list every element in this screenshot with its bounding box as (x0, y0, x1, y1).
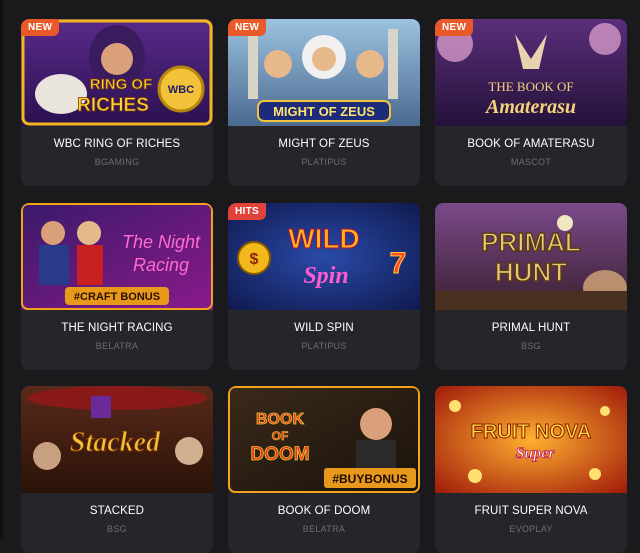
art-title: Stacked (70, 427, 161, 458)
game-provider: BGAMING (94, 157, 140, 167)
game-art-primal-hunt: PRIMAL HUNT (435, 203, 627, 310)
art-title-line2: Spin (303, 263, 348, 289)
new-badge: NEW (21, 19, 60, 36)
game-provider: BELATRA (95, 341, 139, 351)
game-title: MIGHT OF ZEUS (278, 138, 370, 150)
art-title-line1: FRUIT NOVA (471, 421, 592, 443)
game-provider: MASCOT (510, 157, 552, 167)
game-card-the-night-racing[interactable]: The Night Racing #CRAFT BONUS THE NIGHT … (21, 203, 213, 370)
game-card-wild-spin[interactable]: $ 7 WILD Spin HITS WILD SPIN PLATIPUS (228, 203, 420, 370)
game-art-book-of-doom: BOOK OF DOOM #BUYBONUS (228, 386, 420, 493)
art-title-line2: Super (515, 445, 555, 462)
game-art-night-racing: The Night Racing #CRAFT BONUS (21, 203, 213, 310)
art-title-line2: Amaterasu (484, 96, 576, 118)
game-provider: BSG (521, 341, 541, 351)
art-title-line1: PRIMAL (481, 227, 581, 257)
game-card-book-of-doom[interactable]: BOOK OF DOOM #BUYBONUS BOOK OF DOOM BELA… (228, 386, 420, 553)
art-dollar-symbol: $ (250, 251, 259, 268)
game-title: WBC RING OF RICHES (53, 138, 181, 150)
art-title-line1: The Night (122, 232, 201, 252)
art-seven-symbol: 7 (390, 247, 407, 280)
games-grid: WBC RING OF RICHES NEW WBC RING OF RICHE… (0, 0, 640, 553)
game-title: PRIMAL HUNT (491, 322, 571, 334)
game-art-stacked: Stacked (21, 386, 213, 493)
game-card-primal-hunt[interactable]: PRIMAL HUNT PRIMAL HUNT BSG (435, 203, 627, 370)
game-art-fruit-super-nova: FRUIT NOVA Super (435, 386, 627, 493)
game-title: BOOK OF DOOM (277, 505, 371, 517)
new-badge: NEW (435, 19, 474, 36)
game-title: THE NIGHT RACING (61, 322, 173, 334)
art-title-line2: Racing (133, 255, 189, 275)
art-tag: #BUYBONUS (332, 472, 407, 486)
art-title-line1: WILD (288, 223, 360, 254)
game-card-stacked[interactable]: Stacked STACKED BSG (21, 386, 213, 553)
art-tag: #CRAFT BONUS (74, 291, 160, 303)
game-thumbnail[interactable]: FRUIT NOVA Super (435, 386, 627, 493)
game-title: BOOK OF AMATERASU (467, 138, 595, 150)
game-provider: BELATRA (302, 524, 346, 534)
game-provider: EVOPLAY (509, 524, 553, 534)
game-title: WILD SPIN (294, 322, 354, 334)
game-thumbnail[interactable]: Stacked (21, 386, 213, 493)
game-card-wbc-ring-of-riches[interactable]: WBC RING OF RICHES NEW WBC RING OF RICHE… (21, 19, 213, 186)
game-thumbnail[interactable]: BOOK OF DOOM #BUYBONUS (228, 386, 420, 493)
art-title: MIGHT OF ZEUS (273, 104, 375, 119)
art-title-line2: OF (272, 429, 289, 443)
art-title-line1: BOOK (256, 411, 304, 428)
art-title-line3: DOOM (250, 444, 309, 465)
game-card-book-of-amaterasu[interactable]: THE BOOK OF Amaterasu NEW BOOK OF AMATER… (435, 19, 627, 186)
art-badge-text: WBC (168, 84, 194, 96)
art-title-line2: HUNT (495, 257, 567, 287)
new-badge: NEW (228, 19, 267, 36)
game-thumbnail[interactable]: The Night Racing #CRAFT BONUS (21, 203, 213, 310)
game-provider: BSG (107, 524, 127, 534)
art-title-line2: RICHES (77, 95, 149, 116)
art-title-line1: THE BOOK OF (488, 79, 573, 94)
game-card-fruit-super-nova[interactable]: FRUIT NOVA Super FRUIT SUPER NOVA EVOPLA… (435, 386, 627, 553)
game-card-might-of-zeus[interactable]: MIGHT OF ZEUS NEW MIGHT OF ZEUS PLATIPUS (228, 19, 420, 186)
game-provider: PLATIPUS (301, 157, 347, 167)
hits-badge: HITS (228, 203, 266, 220)
game-thumbnail[interactable]: PRIMAL HUNT (435, 203, 627, 310)
game-provider: PLATIPUS (301, 341, 347, 351)
game-title: FRUIT SUPER NOVA (474, 505, 588, 517)
game-title: STACKED (89, 505, 145, 517)
art-title-line1: RING OF (90, 76, 153, 93)
